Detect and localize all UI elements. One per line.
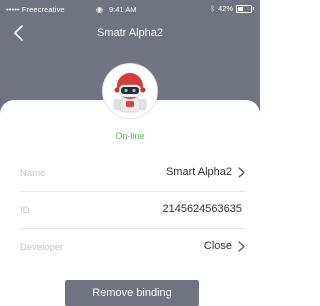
row-name-value: Smart Alpha2 [165,166,232,178]
clock: 9:41 AM [108,5,137,14]
row-developer-value: Close [203,240,232,252]
chevron-right-icon [238,166,245,178]
robot-avatar [103,64,157,118]
row-id: ID 2145624563635 [20,192,245,229]
status-center: ◉ 9:41 AM [96,5,137,14]
remove-binding-button[interactable]: Remove binding [65,280,199,306]
row-developer-value-wrap: Close [204,240,245,252]
battery-icon [236,4,254,13]
status-right: ᛒ 42% [210,4,254,13]
connection-status: On-line [115,131,145,141]
row-id-value: 2145624563635 [162,203,242,215]
wifi-icon: ◉ [96,5,103,14]
carrier-label: ••••• Freecreative [6,5,65,14]
status-bar: ••••• Freecreative ◉ 9:41 AM ᛒ 42% [0,0,260,18]
chevron-right-icon [238,240,245,252]
row-developer-label: Developer [20,242,64,253]
row-name-value-wrap: Smart Alpha2 [166,166,245,178]
row-name-label: Name [20,168,46,179]
robot-icon [103,64,157,118]
nav-bar: Smatr Alpha2 [0,22,260,46]
row-developer[interactable]: Developer Close [20,229,245,265]
bluetooth-icon: ᛒ [210,4,215,13]
row-id-label: ID [20,205,30,216]
page-title: Smatr Alpha2 [96,27,164,39]
battery-percent: 42% [217,4,233,13]
row-name[interactable]: Name Smart Alpha2 [20,155,245,192]
